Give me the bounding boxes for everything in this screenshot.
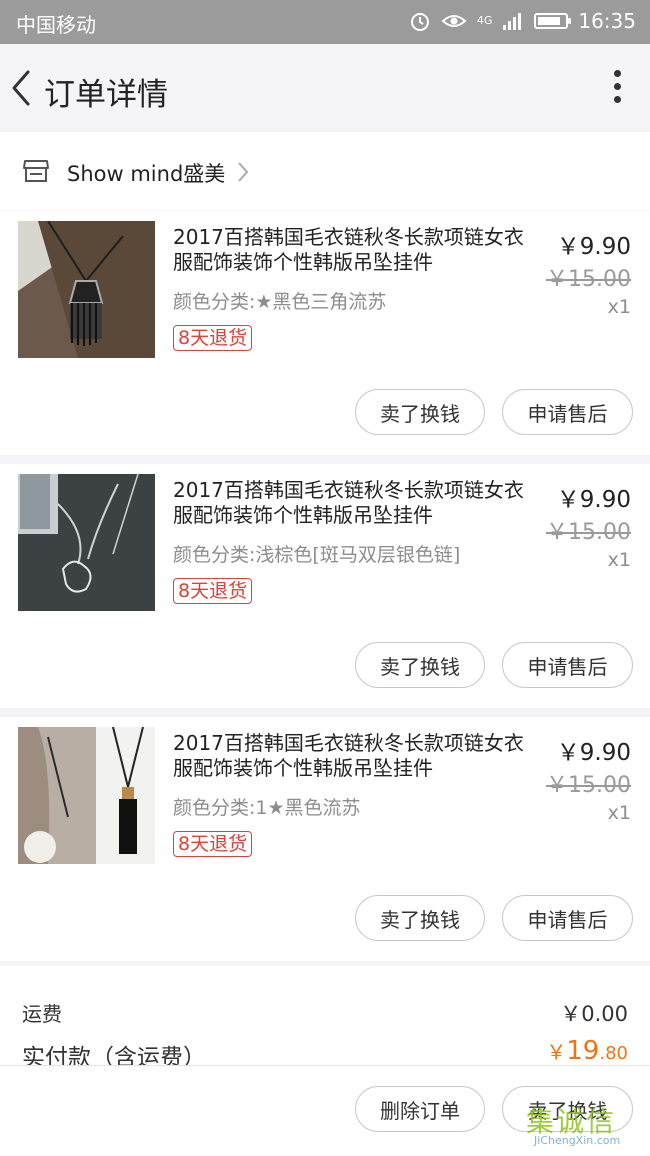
after-sale-button[interactable]: 申请售后 [502,642,633,688]
product-image[interactable] [18,221,155,358]
action-bar: 删除订单 卖了换钱 集诚信 JiChengXin.com [0,1065,650,1156]
sell-for-cash-button[interactable]: 卖了换钱 [355,642,485,688]
order-item: 2017百搭韩国毛衣链秋冬长款项链女衣服配饰装饰个性韩版吊坠挂件 颜色分类:1★… [0,717,650,961]
sell-for-cash-button[interactable]: 卖了换钱 [355,389,485,435]
watermark-url: JiChengXin.com [534,1134,621,1147]
network-type: 4G [476,14,493,27]
back-arrow-icon[interactable] [6,66,36,110]
order-summary: 运费 ￥0.00 实付款（含运费） ￥19.80 [0,966,650,1071]
shipping-value: ￥0.00 [560,1002,628,1026]
sell-for-cash-button[interactable]: 卖了换钱 [355,895,485,941]
signal-icon [503,13,522,30]
original-price: ￥15.00 [546,520,631,545]
shipping-label: 运费 [22,1002,62,1026]
shop-row[interactable]: Show mind盛美 [0,132,650,210]
paid-integer: 19 [566,1036,600,1066]
carrier-name: 中国移动 [16,13,96,37]
product-image[interactable] [18,474,155,611]
delete-order-button[interactable]: 删除订单 [355,1086,485,1132]
product-price: ￥9.90 [556,234,631,260]
more-options-icon[interactable] [612,70,622,110]
return-policy-badge: 8天退货 [173,325,253,351]
after-sale-button[interactable]: 申请售后 [502,895,633,941]
product-sku: 颜色分类:★黑色三角流苏 [173,291,387,313]
page-title: 订单详情 [44,77,168,113]
alarm-icon [410,13,429,31]
product-title[interactable]: 2017百搭韩国毛衣链秋冬长款项链女衣服配饰装饰个性韩版吊坠挂件 [173,225,533,275]
store-icon [23,160,49,182]
return-policy-badge: 8天退货 [173,831,253,857]
paid-decimal: .80 [599,1043,628,1064]
product-quantity: x1 [607,549,631,571]
product-price: ￥9.90 [556,487,631,513]
product-sku: 颜色分类:1★黑色流苏 [173,797,361,819]
chevron-right-icon [238,162,249,182]
order-item: 2017百搭韩国毛衣链秋冬长款项链女衣服配饰装饰个性韩版吊坠挂件 颜色分类:★黑… [0,211,650,455]
product-quantity: x1 [607,296,631,318]
product-title[interactable]: 2017百搭韩国毛衣链秋冬长款项链女衣服配饰装饰个性韩版吊坠挂件 [173,731,533,781]
status-icons: 4G 16:35 [409,9,636,33]
original-price: ￥15.00 [546,267,631,292]
original-price: ￥15.00 [546,773,631,798]
paid-total-value: ￥19.80 [546,1036,628,1066]
order-item: 2017百搭韩国毛衣链秋冬长款项链女衣服配饰装饰个性韩版吊坠挂件 颜色分类:浅棕… [0,464,650,708]
return-policy-badge: 8天退货 [173,578,253,604]
eye-icon [441,15,467,27]
paid-currency: ￥ [546,1040,567,1064]
app-header: 订单详情 [0,44,650,132]
product-price: ￥9.90 [556,740,631,766]
status-bar: 中国移动 4G 16:35 [0,0,650,44]
watermark-logo: 集诚信 JiChengXin.com [526,1100,644,1150]
after-sale-button[interactable]: 申请售后 [502,389,633,435]
product-quantity: x1 [607,802,631,824]
product-image[interactable] [18,727,155,864]
product-sku: 颜色分类:浅棕色[斑马双层银色链] [173,544,461,566]
clock: 16:35 [578,9,636,33]
shop-name: Show mind盛美 [67,162,226,186]
battery-icon [534,13,572,29]
product-title[interactable]: 2017百搭韩国毛衣链秋冬长款项链女衣服配饰装饰个性韩版吊坠挂件 [173,478,533,528]
